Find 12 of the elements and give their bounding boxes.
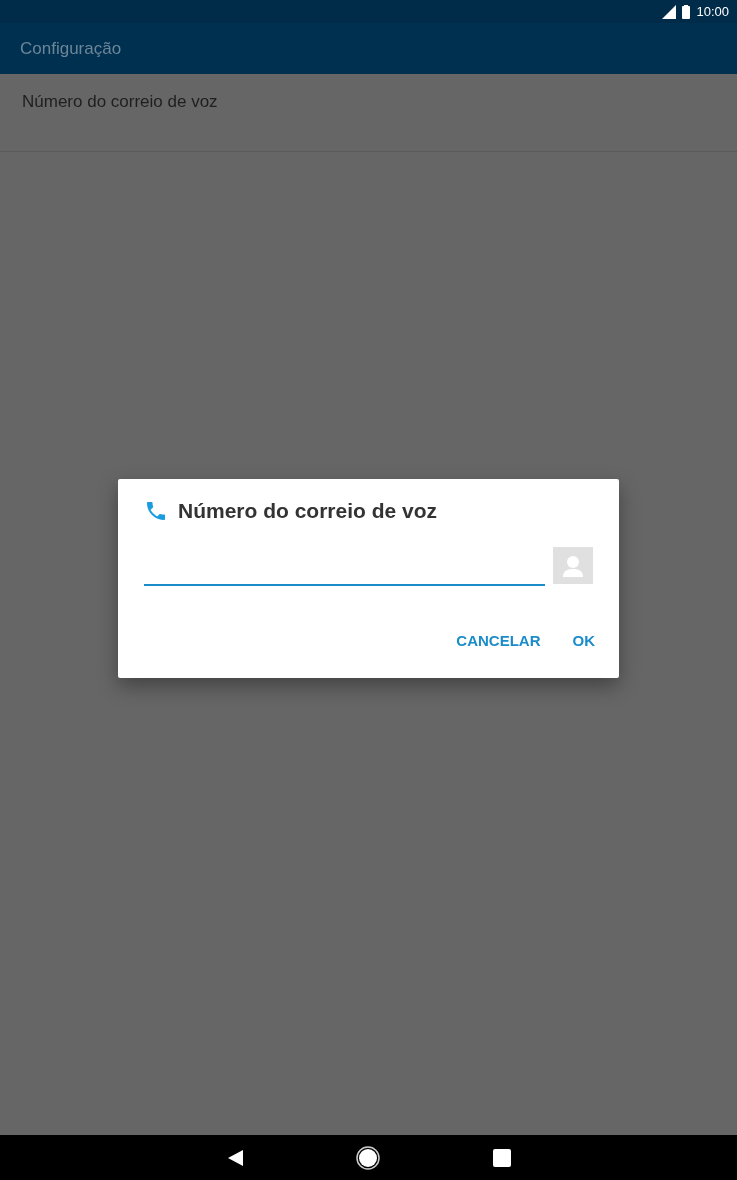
cancel-button[interactable]: CANCELAR	[444, 626, 553, 655]
app-bar-title: Configuração	[20, 38, 122, 59]
dialog-title: Número do correio de voz	[178, 499, 438, 523]
recents-icon[interactable]	[491, 1147, 512, 1168]
ok-button[interactable]: OK	[560, 626, 607, 655]
phone-icon	[144, 499, 168, 523]
home-icon[interactable]	[355, 1145, 380, 1170]
signal-icon	[662, 4, 677, 19]
settings-item[interactable]: Número do correio de voz	[0, 74, 737, 152]
battery-icon	[682, 4, 691, 19]
person-icon	[563, 554, 583, 577]
clock-time: 10:00	[696, 4, 729, 19]
